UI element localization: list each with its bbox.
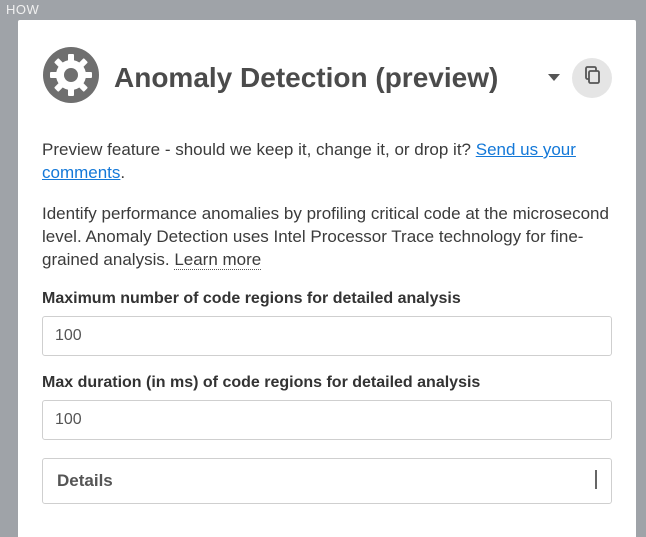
- dropdown-toggle[interactable]: [548, 74, 560, 81]
- chevron-right-icon: [595, 472, 597, 490]
- copy-icon: [583, 66, 601, 89]
- description-text: Identify performance anomalies by profil…: [42, 203, 612, 272]
- copy-button[interactable]: [572, 58, 612, 98]
- details-label: Details: [57, 471, 595, 491]
- panel-body: Preview feature - should we keep it, cha…: [42, 139, 612, 504]
- max-duration-input[interactable]: [42, 400, 612, 440]
- preview-message: Preview feature - should we keep it, cha…: [42, 139, 612, 185]
- learn-more-link[interactable]: Learn more: [174, 250, 261, 270]
- details-expander[interactable]: Details: [42, 458, 612, 504]
- max-duration-label: Max duration (in ms) of code regions for…: [42, 374, 612, 392]
- preview-text: Preview feature - should we keep it, cha…: [42, 140, 476, 159]
- max-regions-input[interactable]: [42, 316, 612, 356]
- config-panel: Anomaly Detection (preview) Preview feat…: [18, 20, 636, 537]
- page-title: Anomaly Detection (preview): [114, 61, 534, 95]
- max-regions-label: Maximum number of code regions for detai…: [42, 290, 612, 308]
- panel-header: Anomaly Detection (preview): [42, 46, 612, 109]
- top-category-label: HOW: [0, 0, 646, 20]
- gear-icon: [42, 46, 100, 109]
